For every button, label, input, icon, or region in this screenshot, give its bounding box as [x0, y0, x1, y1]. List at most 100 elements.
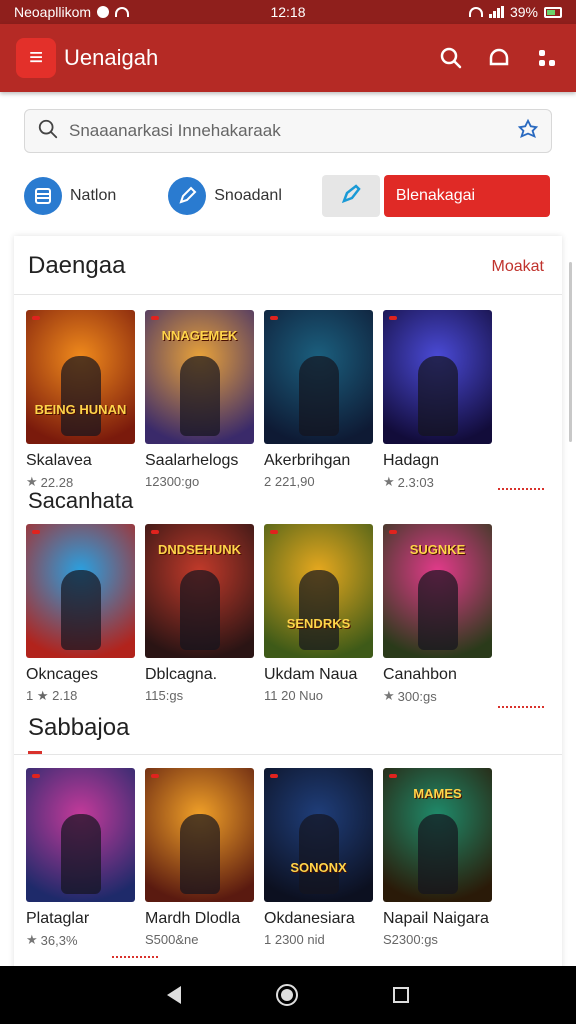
game-title: Hadagn [383, 452, 440, 469]
game-meta: 2 221,90 [264, 474, 373, 489]
game-thumbnail[interactable] [383, 310, 492, 444]
badge-icon [389, 316, 397, 320]
game-thumbnail[interactable] [26, 768, 135, 902]
game-thumbnail[interactable]: MAMES [383, 768, 492, 902]
game-card[interactable]: SENDRKS Ukdam Naua 11 20 Nuo [264, 524, 373, 704]
game-title: Okncages [26, 666, 99, 683]
character-art [179, 356, 220, 436]
artwork-title: SONONX [290, 860, 347, 875]
character-art [417, 356, 458, 436]
scrollbar[interactable] [569, 262, 572, 442]
badge-icon [151, 530, 159, 534]
game-thumbnail[interactable] [145, 768, 254, 902]
game-thumbnail[interactable] [26, 524, 135, 658]
game-title: Akerbrihgan [264, 452, 351, 469]
game-title: Napail Naigara [383, 910, 489, 927]
game-title: Okdanesiara [264, 910, 355, 927]
game-thumbnail[interactable]: SONONX [264, 768, 373, 902]
badge-icon [389, 530, 397, 534]
battery-percent: 39% [509, 4, 538, 20]
quick-item-label: Natlon [70, 187, 117, 204]
character-art [417, 814, 458, 894]
game-meta-value: 11 20 Nuo [264, 688, 324, 703]
chat-icon[interactable] [486, 45, 512, 71]
section-more-link[interactable]: Moakat [492, 258, 544, 276]
app-logo[interactable]: ≡ [16, 38, 56, 78]
game-title: Ukdam Naua [264, 666, 358, 683]
game-meta: 11 20 Nuo [264, 688, 373, 703]
quick-actions: Natlon Snoadanl Blenakagai [24, 174, 552, 218]
badge-icon [32, 316, 40, 320]
game-card[interactable]: Plataglar ★ 36,3% [26, 768, 135, 948]
voice-icon[interactable] [517, 118, 539, 145]
menu-icon[interactable] [534, 45, 560, 71]
game-meta-value: S500&ne [145, 932, 199, 947]
game-title: Mardh Dlodla [145, 910, 241, 927]
notification-icon [97, 6, 110, 18]
recents-icon[interactable] [392, 987, 409, 1003]
back-icon[interactable] [167, 986, 182, 1004]
game-title: Skalavea [26, 452, 92, 469]
primary-action-button[interactable]: Blenakagai [383, 175, 550, 217]
system-nav-bar [0, 966, 576, 1024]
game-thumbnail[interactable] [264, 310, 373, 444]
character-art [179, 570, 220, 650]
artwork-title: SENDRKS [286, 616, 351, 631]
character-art [60, 814, 101, 894]
game-meta-value: 36,3% [40, 932, 78, 948]
game-meta: ★ 300:gs [383, 688, 492, 704]
game-thumbnail[interactable]: BEING HUNAN [26, 310, 135, 444]
game-card[interactable]: NNAGEMEK Saalarhelogs 12300:go [145, 310, 254, 490]
star-icon: ★ [383, 474, 395, 489]
game-card[interactable]: SUGNKE Canahbon ★ 300:gs [383, 524, 492, 704]
section-title: Sacanhata [28, 488, 134, 513]
game-thumbnail[interactable]: NNAGEMEK [145, 310, 254, 444]
game-grid: Plataglar ★ 36,3% Mardh Dlodla S500&ne SONONX… [26, 768, 492, 948]
game-card[interactable]: Mardh Dlodla S500&ne [145, 768, 254, 948]
home-icon[interactable] [275, 984, 298, 1006]
game-meta-value: 2.3:03 [397, 474, 434, 490]
game-card[interactable]: MAMES Napail Naigara S2300:gs [383, 768, 492, 948]
game-card[interactable]: SONONX Okdanesiara 1 2300 nid [264, 768, 373, 948]
game-card[interactable]: BEING HUNAN Skalavea ★ 22.28 [26, 310, 135, 490]
section-title: Sabbajoa [28, 714, 130, 741]
app-title: Uenaigah [64, 45, 159, 70]
signal-icon [488, 6, 504, 18]
edit-icon [339, 182, 363, 211]
divider [14, 754, 562, 755]
game-thumbnail[interactable]: DNDSEHUNK [145, 524, 254, 658]
quick-item-natlon[interactable]: Natlon [24, 177, 116, 215]
artwork-title: SUGNKE [409, 542, 466, 557]
edit-button[interactable] [321, 175, 380, 217]
pager-dots [498, 706, 544, 708]
character-art [298, 814, 339, 894]
game-meta: S500&ne [145, 932, 254, 947]
quick-item-snoadanl[interactable]: Snoadanl [168, 177, 282, 215]
character-art [60, 356, 101, 436]
game-title: Dblcagna. [145, 666, 218, 683]
grid-icon [24, 177, 62, 215]
badge-icon [151, 774, 159, 778]
game-meta-value: 115:gs [145, 688, 184, 703]
section-title: Daengaa [28, 252, 126, 279]
wifi-icon [468, 7, 483, 17]
game-thumbnail[interactable]: SUGNKE [383, 524, 492, 658]
search-icon[interactable] [438, 45, 464, 71]
pager-dots [498, 488, 544, 490]
pen-icon [168, 177, 207, 215]
search-input[interactable] [69, 121, 517, 141]
artwork-title: NNAGEMEK [161, 328, 238, 343]
game-meta: 1 2300 nid [264, 932, 373, 947]
game-meta: 12300:go [145, 474, 254, 489]
app-bar: ≡ Uenaigah [0, 24, 576, 92]
game-card[interactable]: DNDSEHUNK Dblcagna. 115:gs [145, 524, 254, 704]
game-card[interactable]: Hadagn ★ 2.3:03 [383, 310, 492, 490]
game-card[interactable]: Okncages 1 ★ 2.18 [26, 524, 135, 704]
game-card[interactable]: Akerbrihgan 2 221,90 [264, 310, 373, 490]
quick-item-label: Snoadanl [214, 187, 282, 204]
character-art [179, 814, 220, 894]
search-bar[interactable] [24, 109, 552, 153]
game-thumbnail[interactable]: SENDRKS [264, 524, 373, 658]
game-meta-value: 2 221,90 [264, 474, 315, 489]
game-meta-value: 1 2300 nid [264, 932, 325, 947]
